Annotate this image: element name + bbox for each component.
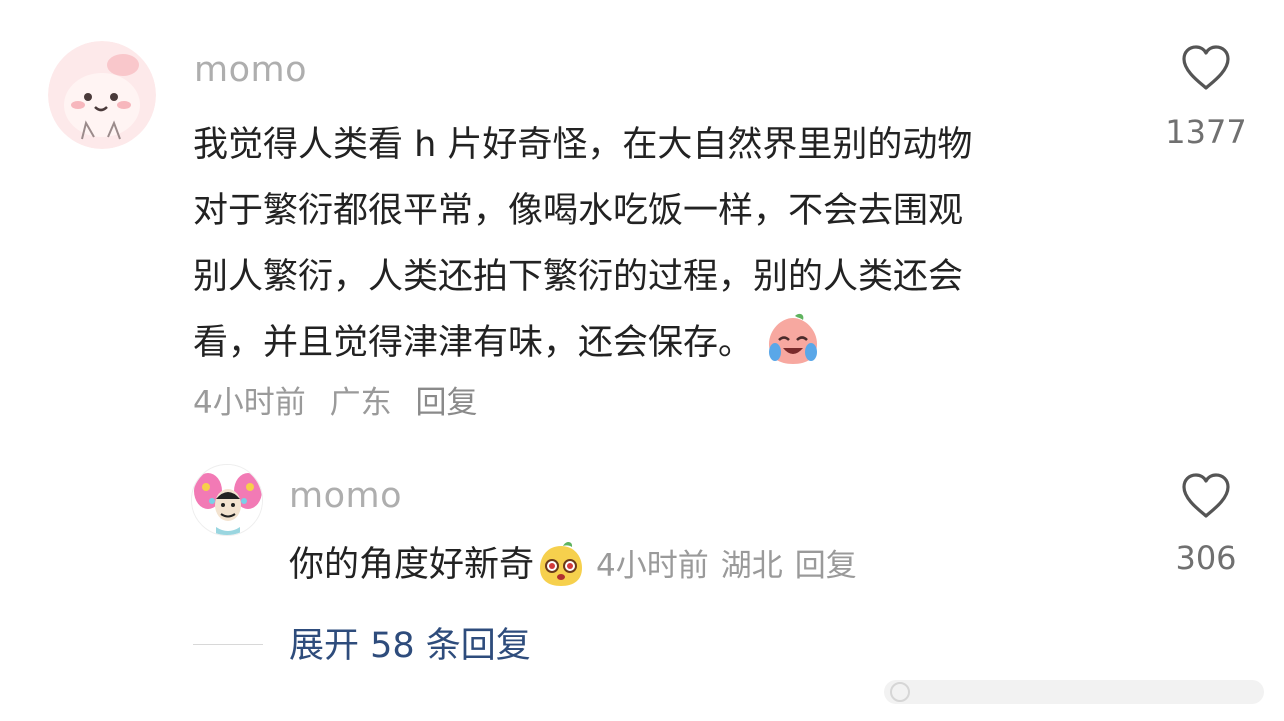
reply-like-button[interactable]: 306 (1160, 472, 1252, 578)
comment-time: 4小时前 (193, 385, 306, 421)
comment-body: 我觉得人类看 h 片好奇怪，在大自然界里别的动物 对于繁衍都很平常，像喝水吃饭一… (193, 112, 1123, 376)
laughing-crying-emoji-icon (769, 313, 818, 364)
reply-text: 你的角度好新奇 (289, 545, 535, 585)
reply-time: 4小时前 (596, 548, 709, 584)
comment-thread: momo 我觉得人类看 h 片好奇怪，在大自然界里别的动物 对于繁衍都很平常，像… (0, 0, 1284, 721)
comment-line: 我觉得人类看 h 片好奇怪，在大自然界里别的动物 (193, 125, 973, 165)
comment-location: 广东 (329, 385, 392, 421)
reply-reply-button[interactable]: 回复 (795, 548, 857, 584)
commenter-username[interactable]: momo (194, 50, 307, 90)
reply-like-count: 306 (1175, 539, 1237, 577)
reply-username[interactable]: momo (289, 476, 402, 516)
heart-outline-icon (1182, 473, 1230, 518)
reply-avatar[interactable] (191, 464, 263, 536)
comment-line: 对于繁衍都很平常，像喝水吃饭一样，不会去围观 (193, 191, 964, 231)
surprised-bean-emoji-icon (540, 541, 583, 586)
reply-location: 湖北 (720, 548, 783, 584)
comment-like-count: 1377 (1165, 113, 1247, 151)
reply-body: 你的角度好新奇 4小时前 湖北 回复 (289, 540, 869, 591)
expand-replies-button[interactable]: 展开 58 条回复 (289, 622, 531, 670)
comment-line-last: 看，并且觉得津津有味，还会保存。 (193, 310, 1123, 376)
watermark (884, 680, 1264, 704)
comment-meta: 4小时前 广东 回复 (193, 383, 491, 423)
comment-reply-button[interactable]: 回复 (415, 385, 477, 421)
comment-line: 看，并且觉得津津有味，还会保存。 (193, 323, 754, 363)
heart-outline-icon (1182, 45, 1230, 90)
expand-divider (193, 644, 263, 645)
comment-line: 别人繁衍，人类还拍下繁衍的过程，别的人类还会 (193, 257, 964, 297)
commenter-avatar[interactable] (48, 41, 156, 149)
butterfly-face-avatar-icon (192, 465, 262, 535)
comment-like-button[interactable]: 1377 (1160, 44, 1252, 152)
pink-creature-avatar-icon (48, 41, 156, 149)
reply-meta: 4小时前 湖北 回复 (596, 548, 869, 584)
